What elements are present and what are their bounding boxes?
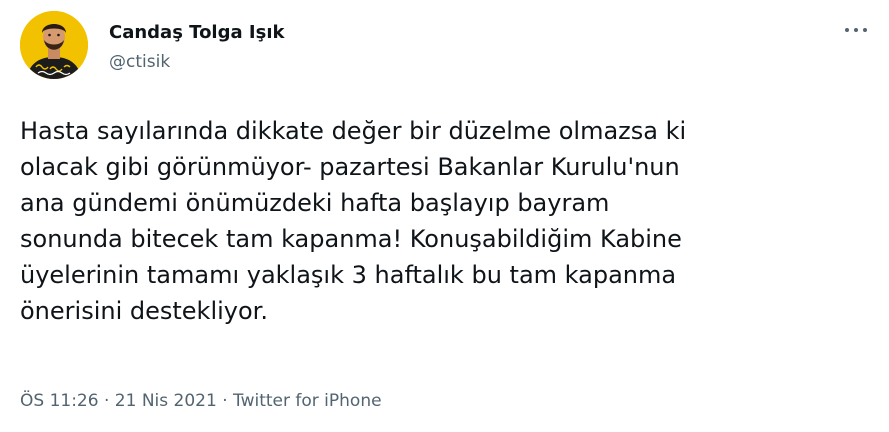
tweet-text: Hasta sayılarında dikkate değer bir düze… — [20, 117, 687, 325]
profile-photo-icon — [20, 11, 88, 79]
tweet-time[interactable]: ÖS 11:26 — [20, 391, 99, 411]
tweet-card: Candaş Tolga Işık @ctisik Hasta sayıları… — [0, 0, 889, 432]
tweet-header: Candaş Tolga Işık @ctisik — [20, 11, 869, 79]
meta-separator: · — [103, 391, 110, 411]
avatar[interactable] — [20, 11, 88, 79]
more-horizontal-icon[interactable] — [845, 24, 869, 36]
tweet-source[interactable]: Twitter for iPhone — [233, 391, 382, 411]
author-display-name[interactable]: Candaş Tolga Işık — [109, 21, 284, 45]
tweet-meta: ÖS 11:26 · 21 Nis 2021 · Twitter for iPh… — [20, 389, 382, 413]
author-names: Candaş Tolga Işık @ctisik — [109, 21, 284, 73]
tweet-date[interactable]: 21 Nis 2021 — [115, 391, 217, 411]
meta-separator: · — [222, 391, 228, 411]
author-handle[interactable]: @ctisik — [109, 51, 284, 73]
